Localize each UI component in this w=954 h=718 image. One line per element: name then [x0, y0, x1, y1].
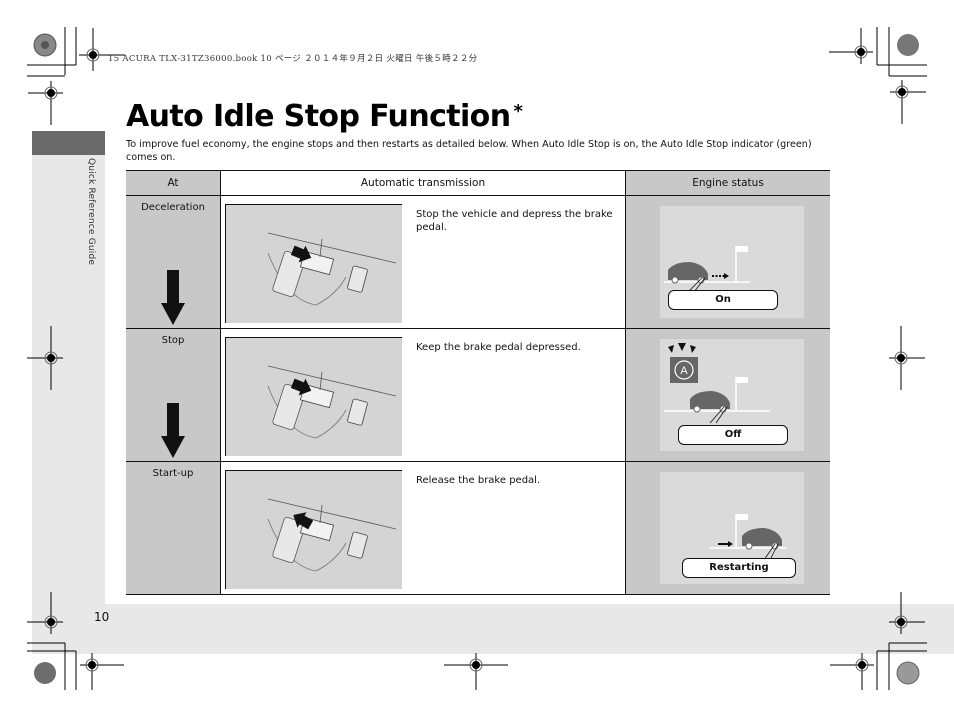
- table-row: Start-up Release the brake pedal. Restar…: [126, 461, 830, 595]
- down-arrow-icon: [161, 270, 185, 325]
- page-title-text: Auto Idle Stop Function: [126, 99, 511, 134]
- brake-pedal-illustration: [225, 470, 402, 589]
- header-at: At: [126, 170, 221, 196]
- table-header-row: At Automatic transmission Engine status: [126, 170, 830, 196]
- indicator-glyph: A: [680, 365, 688, 377]
- forward-arrow-icon: [728, 541, 733, 547]
- traffic-light-icon: [736, 377, 748, 383]
- instruction-text: Release the brake pedal.: [416, 475, 541, 486]
- instruction-text: Stop the vehicle and depress the brake p…: [416, 209, 613, 233]
- engine-status-badge: On: [668, 290, 778, 310]
- step-label: Start-up: [152, 468, 194, 479]
- instruction-text: Keep the brake pedal depressed.: [416, 342, 581, 353]
- intro-paragraph: To improve fuel economy, the engine stop…: [126, 139, 812, 163]
- header-engine-status: Engine status: [625, 170, 830, 196]
- header-transmission: Automatic transmission: [220, 170, 626, 196]
- footnote-marker: *: [513, 101, 523, 122]
- down-arrow-icon: [161, 403, 185, 458]
- brake-pedal-illustration: [225, 204, 402, 323]
- engine-status-badge: Restarting: [682, 558, 796, 578]
- step-label: Stop: [161, 335, 185, 346]
- table-row: Deceleration Stop the vehicle and depres…: [126, 195, 830, 329]
- engine-status-badge: Off: [678, 425, 788, 445]
- auto-idle-stop-table: At Automatic transmission Engine status …: [126, 170, 830, 595]
- page-title: Auto Idle Stop Function *: [126, 99, 523, 134]
- print-header-stamp: 15 ACURA TLX-31TZ36000.book 10 ページ ２０１４年…: [108, 54, 478, 64]
- step-label: Deceleration: [141, 202, 205, 213]
- table-row: Stop Keep the brake pedal depressed. A O…: [126, 328, 830, 462]
- traffic-light-icon: [736, 514, 748, 520]
- brake-pedal-illustration: [225, 337, 402, 456]
- traffic-light-icon: [736, 246, 748, 252]
